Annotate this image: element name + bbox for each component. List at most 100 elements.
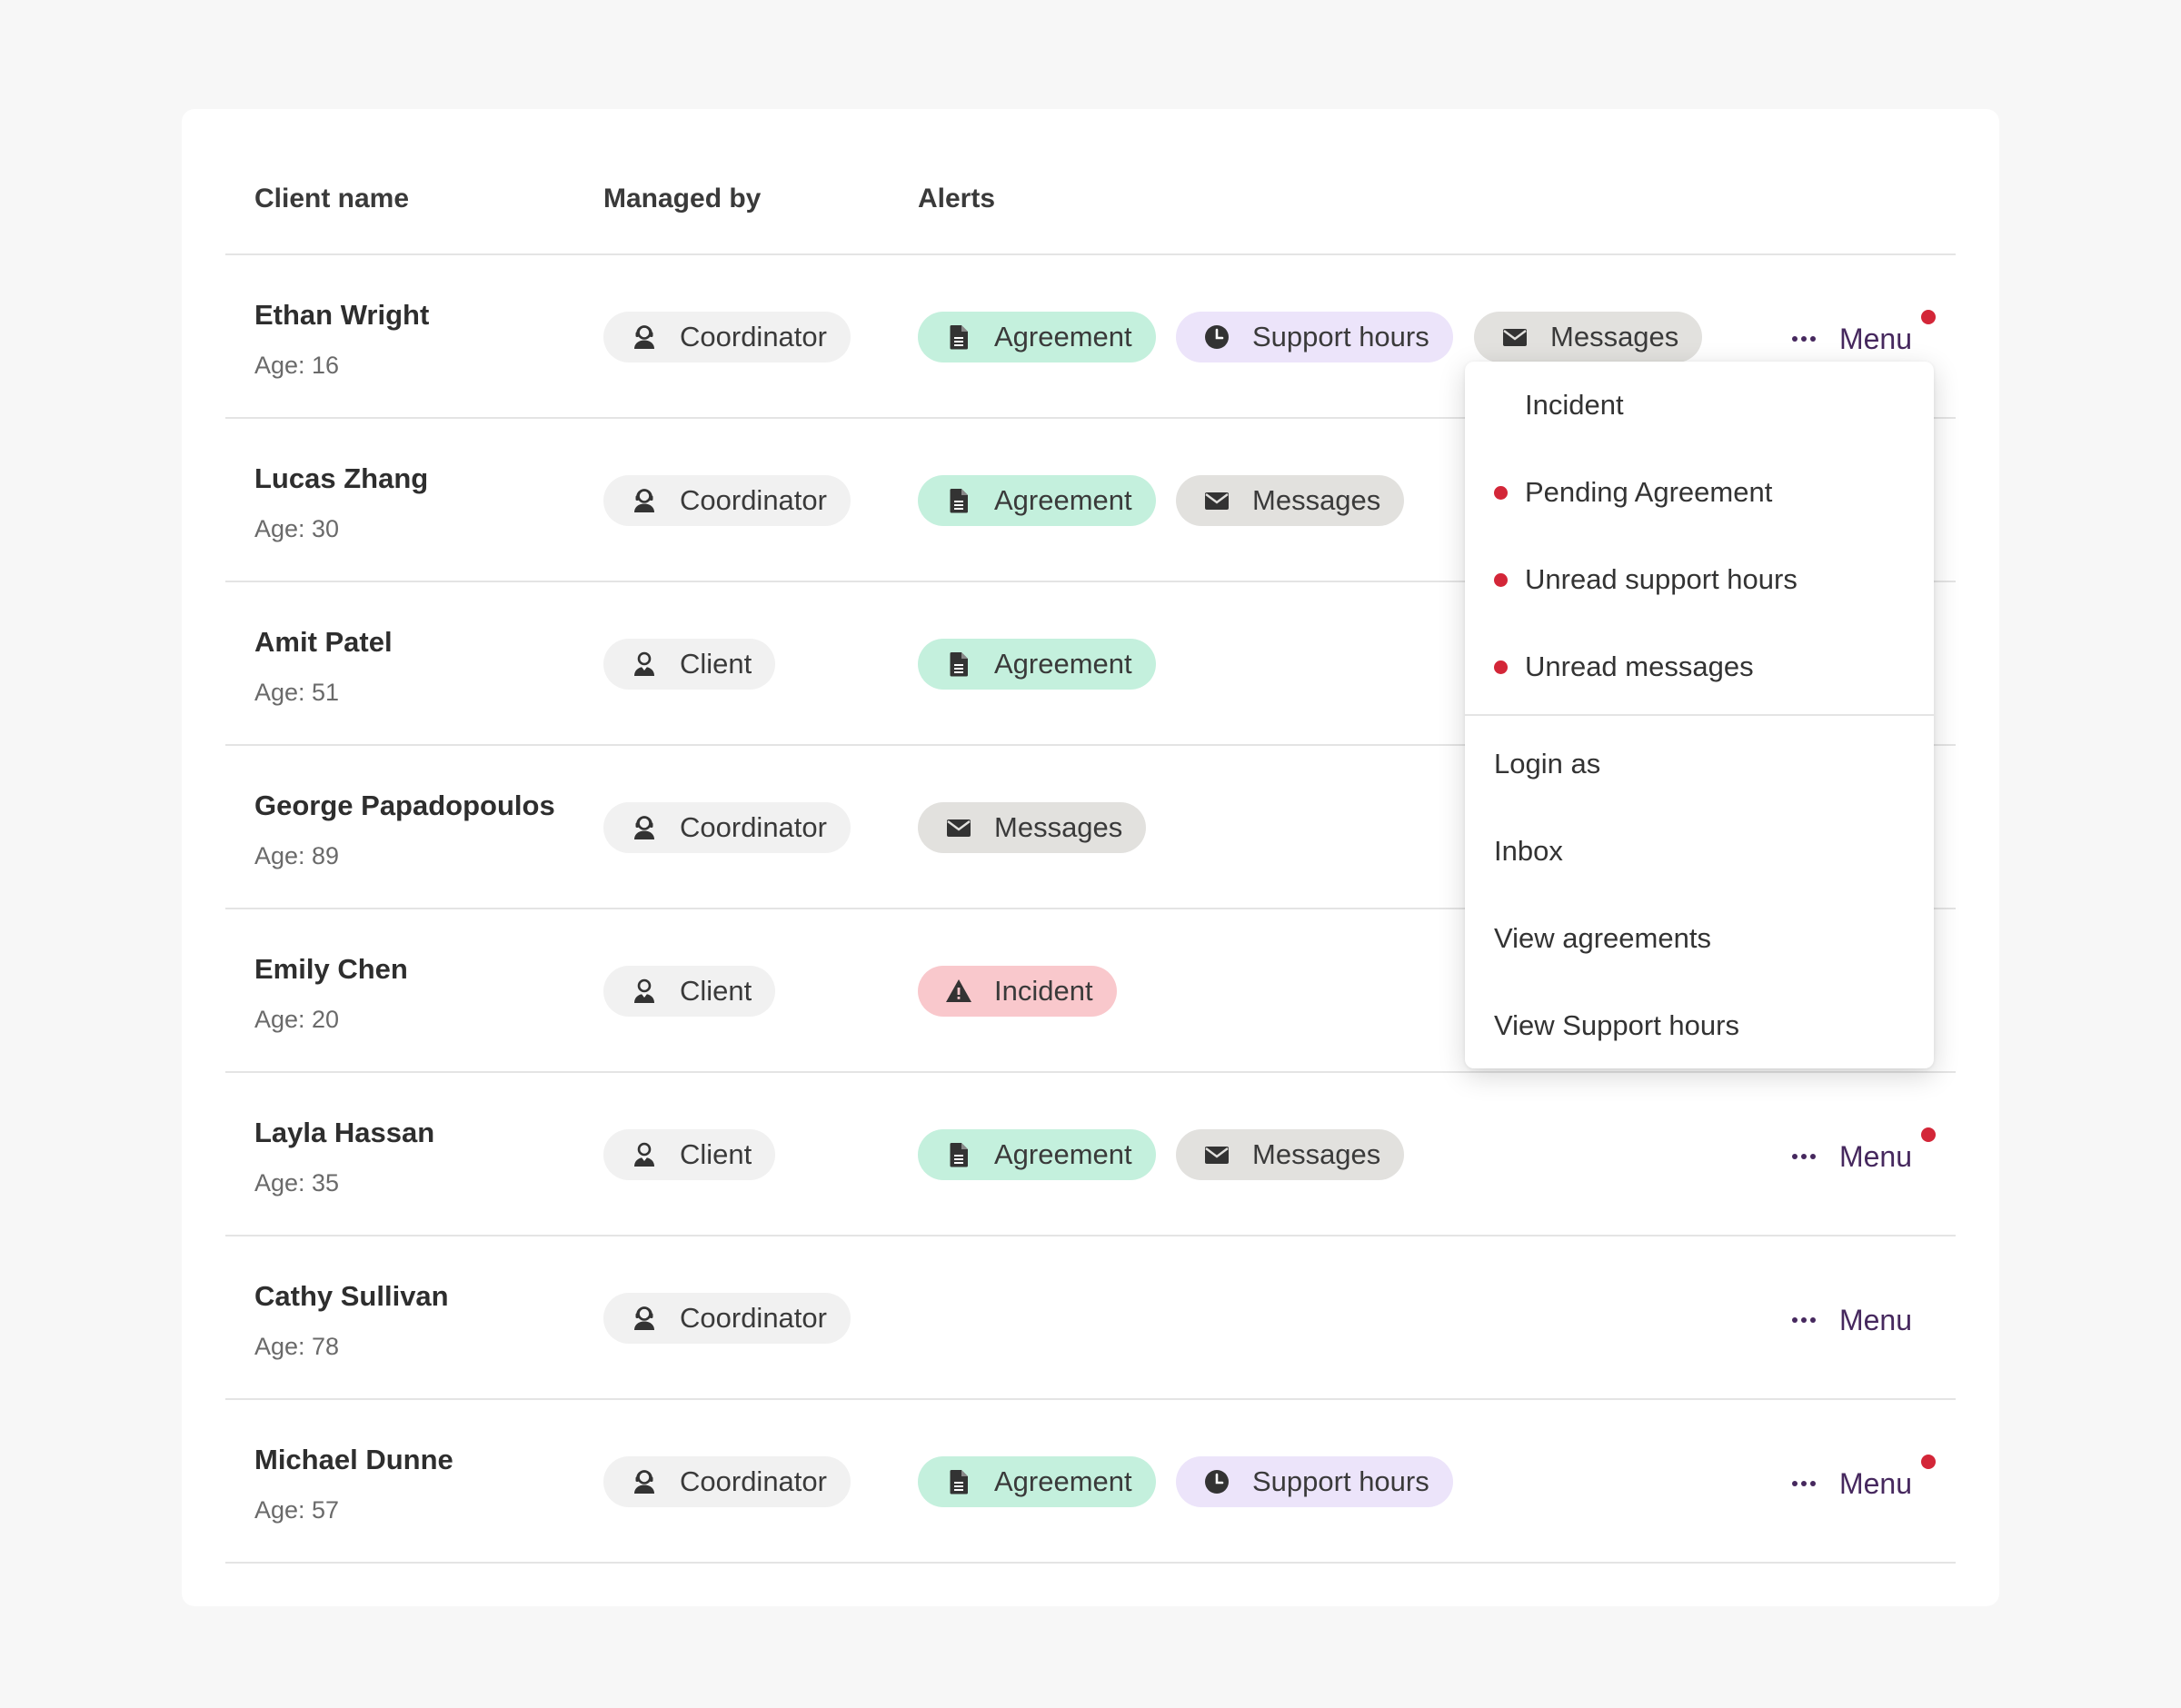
document-icon	[943, 322, 974, 353]
dropdown-divider	[1465, 714, 1934, 716]
managed-by-label: Coordinator	[680, 1302, 827, 1334]
client-name[interactable]: George Papadopoulos	[254, 789, 555, 822]
dropdown-alert-item[interactable]: Unread support hours	[1465, 536, 1934, 623]
alert-badge-messages[interactable]: Messages	[918, 802, 1147, 853]
client-age: Age: 78	[254, 1333, 340, 1360]
alert-label: Support hours	[1252, 321, 1429, 353]
dropdown-item-label: Inbox	[1494, 835, 1563, 867]
dropdown-alert-item[interactable]: Incident	[1465, 362, 1934, 449]
more-dots-icon	[1791, 336, 1819, 342]
column-header-alerts[interactable]: Alerts	[918, 184, 995, 214]
client-age: Age: 30	[254, 515, 340, 542]
alert-label: Messages	[1252, 1138, 1381, 1170]
clock-icon	[1201, 322, 1232, 353]
alert-label: Agreement	[994, 1465, 1132, 1497]
headset-person-icon	[629, 1466, 660, 1497]
document-icon	[943, 485, 974, 516]
dropdown-action-item[interactable]: View agreements	[1465, 895, 1934, 982]
dropdown-item-label: Pending Agreement	[1525, 476, 1773, 508]
client-name[interactable]: Lucas Zhang	[254, 462, 428, 495]
alert-badge-agreement[interactable]: Agreement	[918, 312, 1156, 362]
alert-badge-support[interactable]: Support hours	[1176, 1456, 1453, 1507]
more-dots-icon	[1791, 1154, 1819, 1159]
table-row[interactable]: Layla Hassan Age: 35 Client Agreement Messag…	[225, 1073, 1956, 1236]
column-header-managed-by[interactable]: Managed by	[603, 184, 761, 214]
alert-label: Messages	[994, 811, 1123, 843]
managed-by-badge: Coordinator	[603, 1456, 851, 1507]
managed-by-label: Coordinator	[680, 321, 827, 353]
row-menu-button[interactable]: Menu	[1791, 1127, 1936, 1182]
alert-badge-messages[interactable]: Messages	[1176, 1129, 1405, 1180]
managed-by-label: Coordinator	[680, 811, 827, 843]
client-age: Age: 51	[254, 679, 340, 706]
document-icon	[943, 1139, 974, 1170]
alert-badge-agreement[interactable]: Agreement	[918, 639, 1156, 690]
menu-label: Menu	[1838, 1466, 1912, 1500]
column-header-client-name[interactable]: Client name	[254, 184, 409, 214]
table-row[interactable]: Cathy Sullivan Age: 78 Coordinator Menu	[225, 1236, 1956, 1400]
more-dots-icon	[1791, 1481, 1819, 1486]
envelope-icon	[1201, 485, 1232, 516]
client-name[interactable]: Layla Hassan	[254, 1117, 434, 1149]
managed-by-badge: Coordinator	[603, 802, 851, 853]
dropdown-action-item[interactable]: View Support hours	[1465, 982, 1934, 1069]
dropdown-action-item[interactable]: Login as	[1465, 720, 1934, 808]
alert-label: Incident	[994, 975, 1093, 1007]
alert-label: Agreement	[994, 648, 1132, 680]
managed-by-badge: Client	[603, 966, 776, 1017]
managed-by-badge: Coordinator	[603, 475, 851, 526]
alert-badge-incident[interactable]: Incident	[918, 966, 1117, 1017]
more-dots-icon	[1791, 1317, 1819, 1323]
menu-label: Menu	[1838, 1139, 1912, 1173]
document-icon	[943, 649, 974, 680]
person-icon	[629, 1139, 660, 1170]
alert-badge-support[interactable]: Support hours	[1176, 312, 1453, 362]
envelope-icon	[1499, 322, 1530, 353]
envelope-icon	[943, 812, 974, 843]
client-name[interactable]: Amit Patel	[254, 626, 393, 659]
managed-by-label: Coordinator	[680, 484, 827, 516]
dropdown-action-item[interactable]: Inbox	[1465, 808, 1934, 895]
client-age: Age: 16	[254, 352, 340, 379]
alert-badge-messages[interactable]: Messages	[1176, 475, 1405, 526]
warning-triangle-icon	[943, 976, 974, 1007]
dropdown-item-label: Login as	[1494, 748, 1601, 780]
person-icon	[629, 976, 660, 1007]
alert-badge-agreement[interactable]: Agreement	[918, 475, 1156, 526]
client-name[interactable]: Michael Dunne	[254, 1444, 453, 1476]
unread-dot	[1494, 573, 1508, 587]
row-menu-button[interactable]: Menu	[1791, 1455, 1936, 1509]
alert-label: Support hours	[1252, 1465, 1429, 1497]
unread-dot	[1494, 486, 1508, 500]
client-age: Age: 35	[254, 1169, 340, 1197]
alert-label: Agreement	[994, 484, 1132, 516]
row-actions-dropdown: Incident Pending Agreement Unread support …	[1465, 362, 1934, 1068]
alert-badge-agreement[interactable]: Agreement	[918, 1456, 1156, 1507]
alert-label: Agreement	[994, 1138, 1132, 1170]
clock-icon	[1201, 1466, 1232, 1497]
row-menu-button[interactable]: Menu	[1791, 1295, 1912, 1346]
alert-label: Messages	[1550, 321, 1679, 353]
table-header: Client name Managed by Alerts	[225, 109, 1956, 255]
alert-label: Agreement	[994, 321, 1132, 353]
menu-label: Menu	[1838, 1303, 1912, 1336]
client-name[interactable]: Cathy Sullivan	[254, 1280, 449, 1313]
client-age: Age: 89	[254, 842, 340, 869]
alert-badge-agreement[interactable]: Agreement	[918, 1129, 1156, 1180]
dropdown-alert-item[interactable]: Unread messages	[1465, 623, 1934, 710]
alert-badge-messages[interactable]: Messages	[1474, 312, 1703, 362]
client-name[interactable]: Ethan Wright	[254, 299, 429, 332]
notification-dot	[1921, 1127, 1936, 1142]
row-menu-button[interactable]: Menu	[1791, 310, 1936, 364]
notification-dot	[1921, 1455, 1936, 1469]
dropdown-item-label: Incident	[1525, 389, 1624, 421]
client-name[interactable]: Emily Chen	[254, 953, 408, 986]
headset-person-icon	[629, 485, 660, 516]
notification-dot	[1921, 310, 1936, 324]
dropdown-alert-item[interactable]: Pending Agreement	[1465, 449, 1934, 536]
headset-person-icon	[629, 1303, 660, 1334]
table-row[interactable]: Michael Dunne Age: 57 Coordinator Agreement…	[225, 1400, 1956, 1564]
managed-by-label: Coordinator	[680, 1465, 827, 1497]
dropdown-item-label: View agreements	[1494, 922, 1711, 954]
dropdown-item-label: Unread messages	[1525, 650, 1754, 682]
